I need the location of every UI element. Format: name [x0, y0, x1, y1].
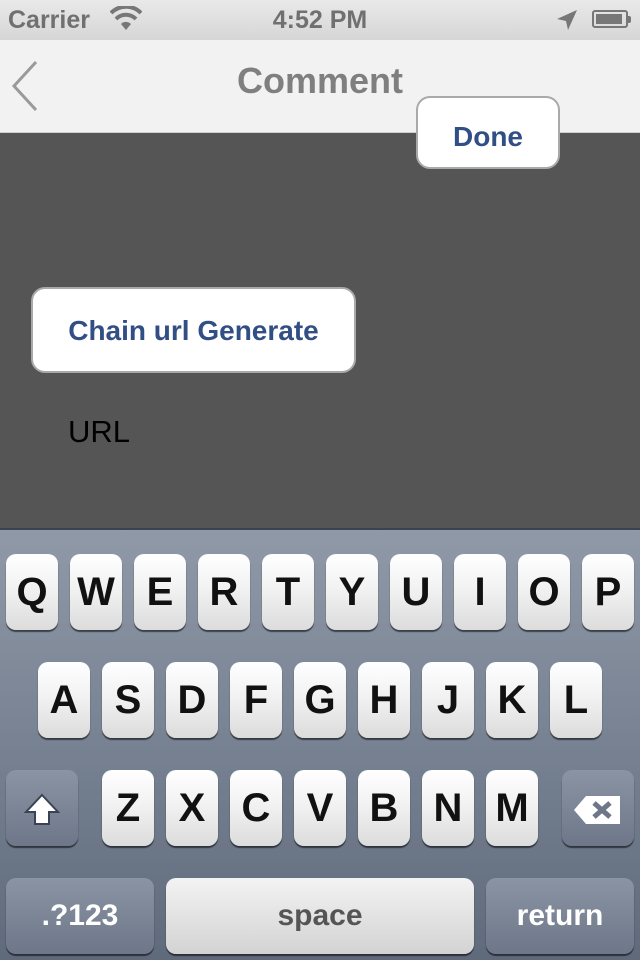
key-m[interactable]: M [486, 770, 538, 846]
key-f[interactable]: F [230, 662, 282, 738]
key-c[interactable]: C [230, 770, 282, 846]
key-k[interactable]: K [486, 662, 538, 738]
keyboard: Q W E R T Y U I O P A S D F G H J K L Z … [0, 528, 640, 960]
key-o[interactable]: O [518, 554, 570, 630]
done-button[interactable]: Done [416, 96, 560, 169]
backspace-icon [574, 796, 620, 825]
shift-key[interactable] [6, 770, 78, 846]
battery-icon [592, 10, 631, 28]
key-t[interactable]: T [262, 554, 314, 630]
numbers-key[interactable]: .?123 [6, 878, 154, 954]
shift-arrow-icon [23, 793, 61, 826]
key-d[interactable]: D [166, 662, 218, 738]
key-w[interactable]: W [70, 554, 122, 630]
key-n[interactable]: N [422, 770, 474, 846]
key-r[interactable]: R [198, 554, 250, 630]
key-e[interactable]: E [134, 554, 186, 630]
url-label: URL [68, 414, 131, 449]
return-key[interactable]: return [486, 878, 634, 954]
delete-key[interactable] [562, 770, 634, 846]
clock-label: 4:52 PM [272, 6, 368, 34]
key-v[interactable]: V [294, 770, 346, 846]
key-z[interactable]: Z [102, 770, 154, 846]
key-x[interactable]: X [166, 770, 218, 846]
key-a[interactable]: A [38, 662, 90, 738]
key-i[interactable]: I [454, 554, 506, 630]
key-y[interactable]: Y [326, 554, 378, 630]
location-arrow-icon [555, 8, 579, 37]
key-p[interactable]: P [582, 554, 634, 630]
key-s[interactable]: S [102, 662, 154, 738]
status-bar: Carrier 4:52 PM [0, 0, 640, 40]
key-u[interactable]: U [390, 554, 442, 630]
space-key[interactable]: space [166, 878, 474, 954]
key-l[interactable]: L [550, 662, 602, 738]
key-g[interactable]: G [294, 662, 346, 738]
key-j[interactable]: J [422, 662, 474, 738]
chain-url-generate-button[interactable]: Chain url Generate [31, 287, 356, 373]
key-h[interactable]: H [358, 662, 410, 738]
key-b[interactable]: B [358, 770, 410, 846]
key-q[interactable]: Q [6, 554, 58, 630]
done-button-label: Done [453, 121, 523, 152]
